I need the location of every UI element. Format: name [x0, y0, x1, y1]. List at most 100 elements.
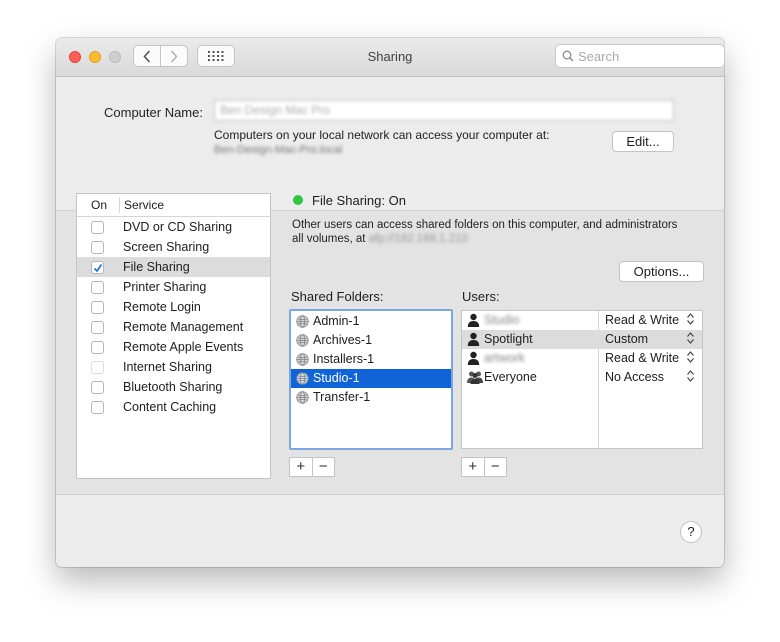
shared-folder-row[interactable]: Admin-1: [291, 312, 451, 331]
shared-folder-name: Archives-1: [313, 333, 373, 347]
shared-folder-icon-wrap: [296, 334, 309, 350]
file-sharing-description: Other users can access shared folders on…: [292, 218, 702, 246]
shared-folder-icon-wrap: [296, 353, 309, 369]
computer-name-section: Computer Name: Ben Design Mac Pro Comput…: [56, 77, 724, 211]
on-column-header[interactable]: On: [91, 198, 107, 212]
user-icon-wrap: [467, 313, 480, 330]
users-label: Users:: [462, 289, 500, 304]
users-add-remove: + −: [461, 457, 507, 477]
add-folder-button[interactable]: +: [290, 458, 312, 476]
service-checkbox[interactable]: [91, 401, 104, 414]
user-icon-wrap: [467, 370, 483, 387]
service-checkbox[interactable]: [91, 321, 104, 334]
shared-folders-label: Shared Folders:: [291, 289, 384, 304]
service-checkbox[interactable]: [91, 221, 104, 234]
service-checkbox[interactable]: [91, 361, 104, 374]
description-line-2-text: all volumes, at: [292, 233, 366, 245]
shared-folders-add-remove: + −: [289, 457, 335, 477]
search-field[interactable]: [555, 44, 724, 68]
permission-stepper[interactable]: [686, 369, 695, 386]
service-checkbox[interactable]: [91, 281, 104, 294]
shared-folder-icon-wrap: [296, 391, 309, 407]
user-name: artwork: [484, 351, 525, 365]
up-down-stepper-icon: [687, 351, 694, 363]
service-row[interactable]: Remote Apple Events: [77, 337, 270, 357]
service-row[interactable]: DVD or CD Sharing: [77, 217, 270, 237]
shared-folder-row[interactable]: Installers-1: [291, 350, 451, 369]
permission-popup[interactable]: Read & Write: [605, 313, 679, 327]
column-separator: [119, 197, 120, 213]
service-checkbox[interactable]: [91, 241, 104, 254]
permission-popup[interactable]: Read & Write: [605, 351, 679, 365]
permission-stepper[interactable]: [686, 331, 695, 348]
sharing-window: Sharing Computer Name: Ben Design Mac Pr…: [56, 38, 724, 567]
shared-folder-icon-wrap: [296, 372, 309, 388]
remove-folder-button[interactable]: −: [311, 458, 335, 476]
permission-stepper[interactable]: [686, 312, 695, 329]
shared-folder-name: Transfer-1: [313, 390, 371, 404]
edit-button[interactable]: Edit...: [612, 131, 674, 152]
status-indicator-icon: [293, 195, 303, 205]
service-checkbox[interactable]: [91, 261, 104, 274]
shared-folder-row[interactable]: Archives-1: [291, 331, 451, 350]
service-checkbox[interactable]: [91, 301, 104, 314]
shared-folder-icon: [296, 391, 309, 404]
service-row[interactable]: Bluetooth Sharing: [77, 377, 270, 397]
afp-address: afp://192.168.1.210: [368, 233, 468, 245]
group-icon: [467, 371, 483, 384]
shared-folders-list: Admin-1 Archives-1 Installers-1 Studio-1 Tra…: [289, 309, 453, 450]
service-row[interactable]: Internet Sharing: [77, 357, 270, 377]
service-row[interactable]: Printer Sharing: [77, 277, 270, 297]
user-icon-wrap: [467, 351, 480, 368]
service-rows: DVD or CD Sharing Screen Sharing File Shar…: [77, 217, 270, 417]
person-icon: [467, 351, 480, 365]
computer-name-field[interactable]: Ben Design Mac Pro: [214, 100, 674, 121]
file-sharing-status: File Sharing: On: [312, 193, 406, 208]
add-user-button[interactable]: +: [462, 458, 484, 476]
search-input[interactable]: [578, 47, 718, 65]
service-row[interactable]: Remote Login: [77, 297, 270, 317]
permission-popup[interactable]: Custom: [605, 332, 648, 346]
service-row[interactable]: Content Caching: [77, 397, 270, 417]
user-name: Everyone: [484, 370, 537, 384]
service-label: Screen Sharing: [123, 240, 210, 254]
service-checkbox[interactable]: [91, 341, 104, 354]
description-line-2: all volumes, at afp://192.168.1.210: [292, 232, 702, 246]
service-checkbox[interactable]: [91, 381, 104, 394]
network-access-text: Computers on your local network can acce…: [214, 128, 550, 142]
description-line-1: Other users can access shared folders on…: [292, 219, 678, 231]
user-rows: Studio Read & Write Spotlight Custom artwork…: [462, 311, 702, 387]
shared-folder-name: Studio-1: [313, 371, 360, 385]
user-name: Spotlight: [484, 332, 533, 346]
service-row[interactable]: File Sharing: [77, 257, 270, 277]
shared-folder-icon: [296, 334, 309, 347]
service-column-header[interactable]: Service: [124, 198, 164, 212]
shared-folder-row[interactable]: Transfer-1: [291, 388, 451, 407]
service-label: Remote Login: [123, 300, 201, 314]
service-row[interactable]: Screen Sharing: [77, 237, 270, 257]
user-row[interactable]: Spotlight Custom: [462, 330, 702, 349]
service-label: Printer Sharing: [123, 280, 207, 294]
shared-folder-icon: [296, 315, 309, 328]
user-row[interactable]: Everyone No Access: [462, 368, 702, 387]
options-button[interactable]: Options...: [619, 261, 704, 282]
title-bar: Sharing: [56, 38, 724, 77]
remove-user-button[interactable]: −: [483, 458, 507, 476]
service-label: File Sharing: [123, 260, 190, 274]
user-row[interactable]: artwork Read & Write: [462, 349, 702, 368]
shared-folder-icon-wrap: [296, 315, 309, 331]
help-button[interactable]: ?: [680, 521, 702, 543]
shared-folder-row[interactable]: Studio-1: [291, 369, 451, 388]
shared-folder-icon: [296, 372, 309, 385]
service-label: Content Caching: [123, 400, 217, 414]
permission-stepper[interactable]: [686, 350, 695, 367]
up-down-stepper-icon: [687, 313, 694, 325]
service-row[interactable]: Remote Management: [77, 317, 270, 337]
user-icon-wrap: [467, 332, 480, 349]
user-row[interactable]: Studio Read & Write: [462, 311, 702, 330]
service-list-header: On Service: [77, 194, 270, 217]
permission-popup[interactable]: No Access: [605, 370, 664, 384]
service-label: DVD or CD Sharing: [123, 220, 233, 234]
service-label: Internet Sharing: [123, 360, 212, 374]
person-icon: [467, 313, 480, 327]
